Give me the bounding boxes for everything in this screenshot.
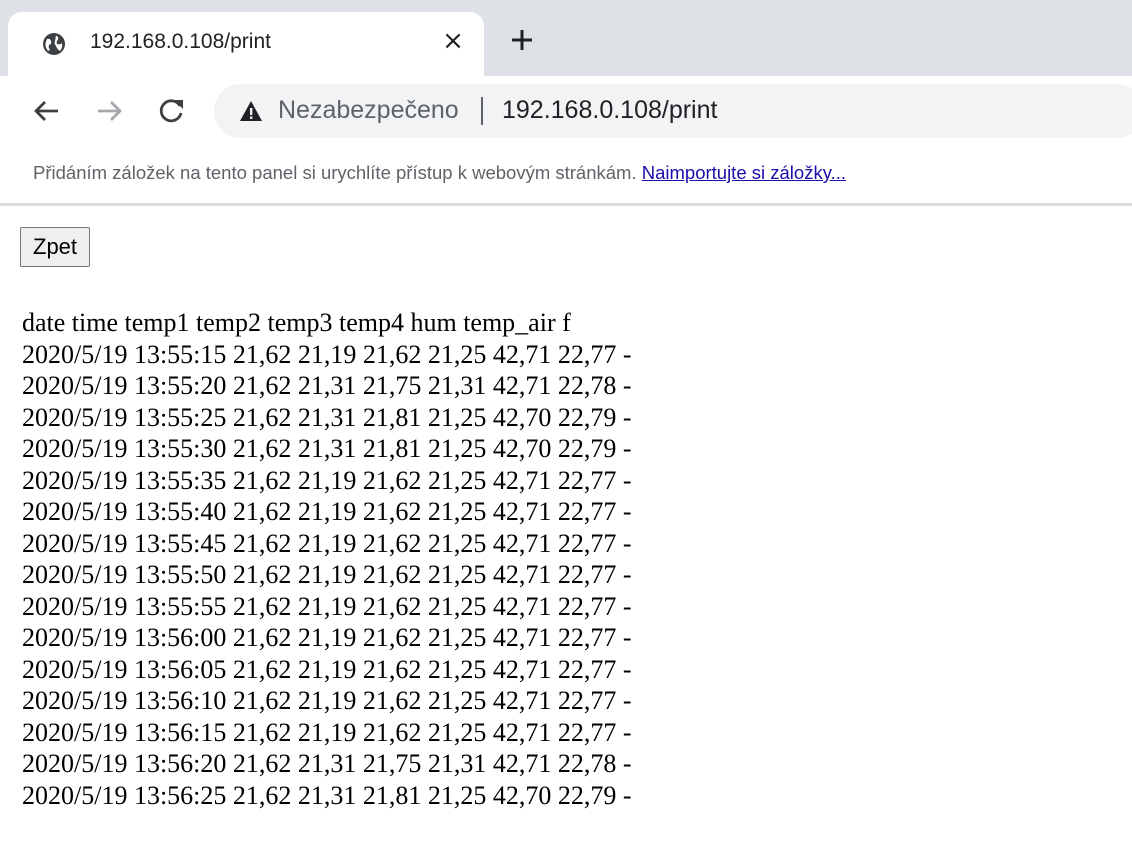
- arrow-right-icon[interactable]: [94, 96, 124, 126]
- data-row: 2020/5/19 13:55:20 21,62 21,31 21,75 21,…: [22, 371, 632, 400]
- data-listing: date time temp1 temp2 temp3 temp4 hum te…: [22, 307, 632, 811]
- data-row: 2020/5/19 13:56:10 21,62 21,19 21,62 21,…: [22, 686, 632, 715]
- data-row: 2020/5/19 13:55:35 21,62 21,19 21,62 21,…: [22, 465, 632, 495]
- bookmarks-bar-message: Přidáním záložek na tento panel si urych…: [33, 162, 846, 184]
- data-row: 2020/5/19 13:55:40 21,62 21,19 21,62 21,…: [22, 497, 632, 526]
- reload-icon[interactable]: [156, 96, 186, 126]
- data-row: 2020/5/19 13:55:15 21,62 21,19 21,62 21,…: [22, 339, 632, 369]
- data-row: 2020/5/19 13:55:25 21,62 21,31 21,81 21,…: [22, 402, 632, 432]
- bookmarks-message-text: Přidáním záložek na tento panel si urych…: [33, 162, 642, 183]
- data-row: 2020/5/19 13:56:25 21,62 21,31 21,81 21,…: [22, 780, 632, 810]
- data-row: 2020/5/19 13:55:50 21,62 21,19 21,62 21,…: [22, 560, 632, 589]
- arrow-left-icon[interactable]: [32, 96, 62, 126]
- data-row: 2020/5/19 13:55:55 21,62 21,19 21,62 21,…: [22, 591, 632, 621]
- tab-title: 192.168.0.108/print: [90, 30, 271, 53]
- data-header-line: date time temp1 temp2 temp3 temp4 hum te…: [22, 308, 571, 337]
- data-row: 2020/5/19 13:56:05 21,62 21,19 21,62 21,…: [22, 654, 632, 684]
- address-bar[interactable]: Nezabezpečeno 192.168.0.108/print: [214, 84, 1132, 138]
- import-bookmarks-link[interactable]: Naimportujte si záložky...: [642, 162, 846, 183]
- url-text[interactable]: 192.168.0.108/print: [502, 96, 717, 125]
- data-row: 2020/5/19 13:55:45 21,62 21,19 21,62 21,…: [22, 528, 632, 558]
- warning-triangle-icon[interactable]: [238, 98, 264, 124]
- plus-icon[interactable]: [506, 24, 538, 56]
- security-label[interactable]: Nezabezpečeno: [278, 96, 459, 125]
- address-separator: [481, 97, 483, 125]
- data-row: 2020/5/19 13:56:15 21,62 21,19 21,62 21,…: [22, 717, 632, 747]
- browser-toolbar: Nezabezpečeno 192.168.0.108/print: [0, 76, 1132, 146]
- globe-icon: [43, 33, 65, 55]
- bookmarks-bar: Přidáním záložek na tento panel si urych…: [0, 146, 1132, 206]
- back-button[interactable]: Zpet: [20, 227, 91, 267]
- data-row: 2020/5/19 13:56:20 21,62 21,31 21,75 21,…: [22, 749, 632, 778]
- tab-close-icon[interactable]: ×: [440, 28, 466, 54]
- page-content: Zpet date time temp1 temp2 temp3 temp4 h…: [0, 209, 1132, 860]
- data-row: 2020/5/19 13:56:00 21,62 21,19 21,62 21,…: [22, 623, 632, 652]
- tab-strip: 192.168.0.108/print ×: [0, 0, 1132, 76]
- tab-active[interactable]: 192.168.0.108/print ×: [8, 12, 484, 76]
- data-row: 2020/5/19 13:55:30 21,62 21,31 21,81 21,…: [22, 434, 632, 463]
